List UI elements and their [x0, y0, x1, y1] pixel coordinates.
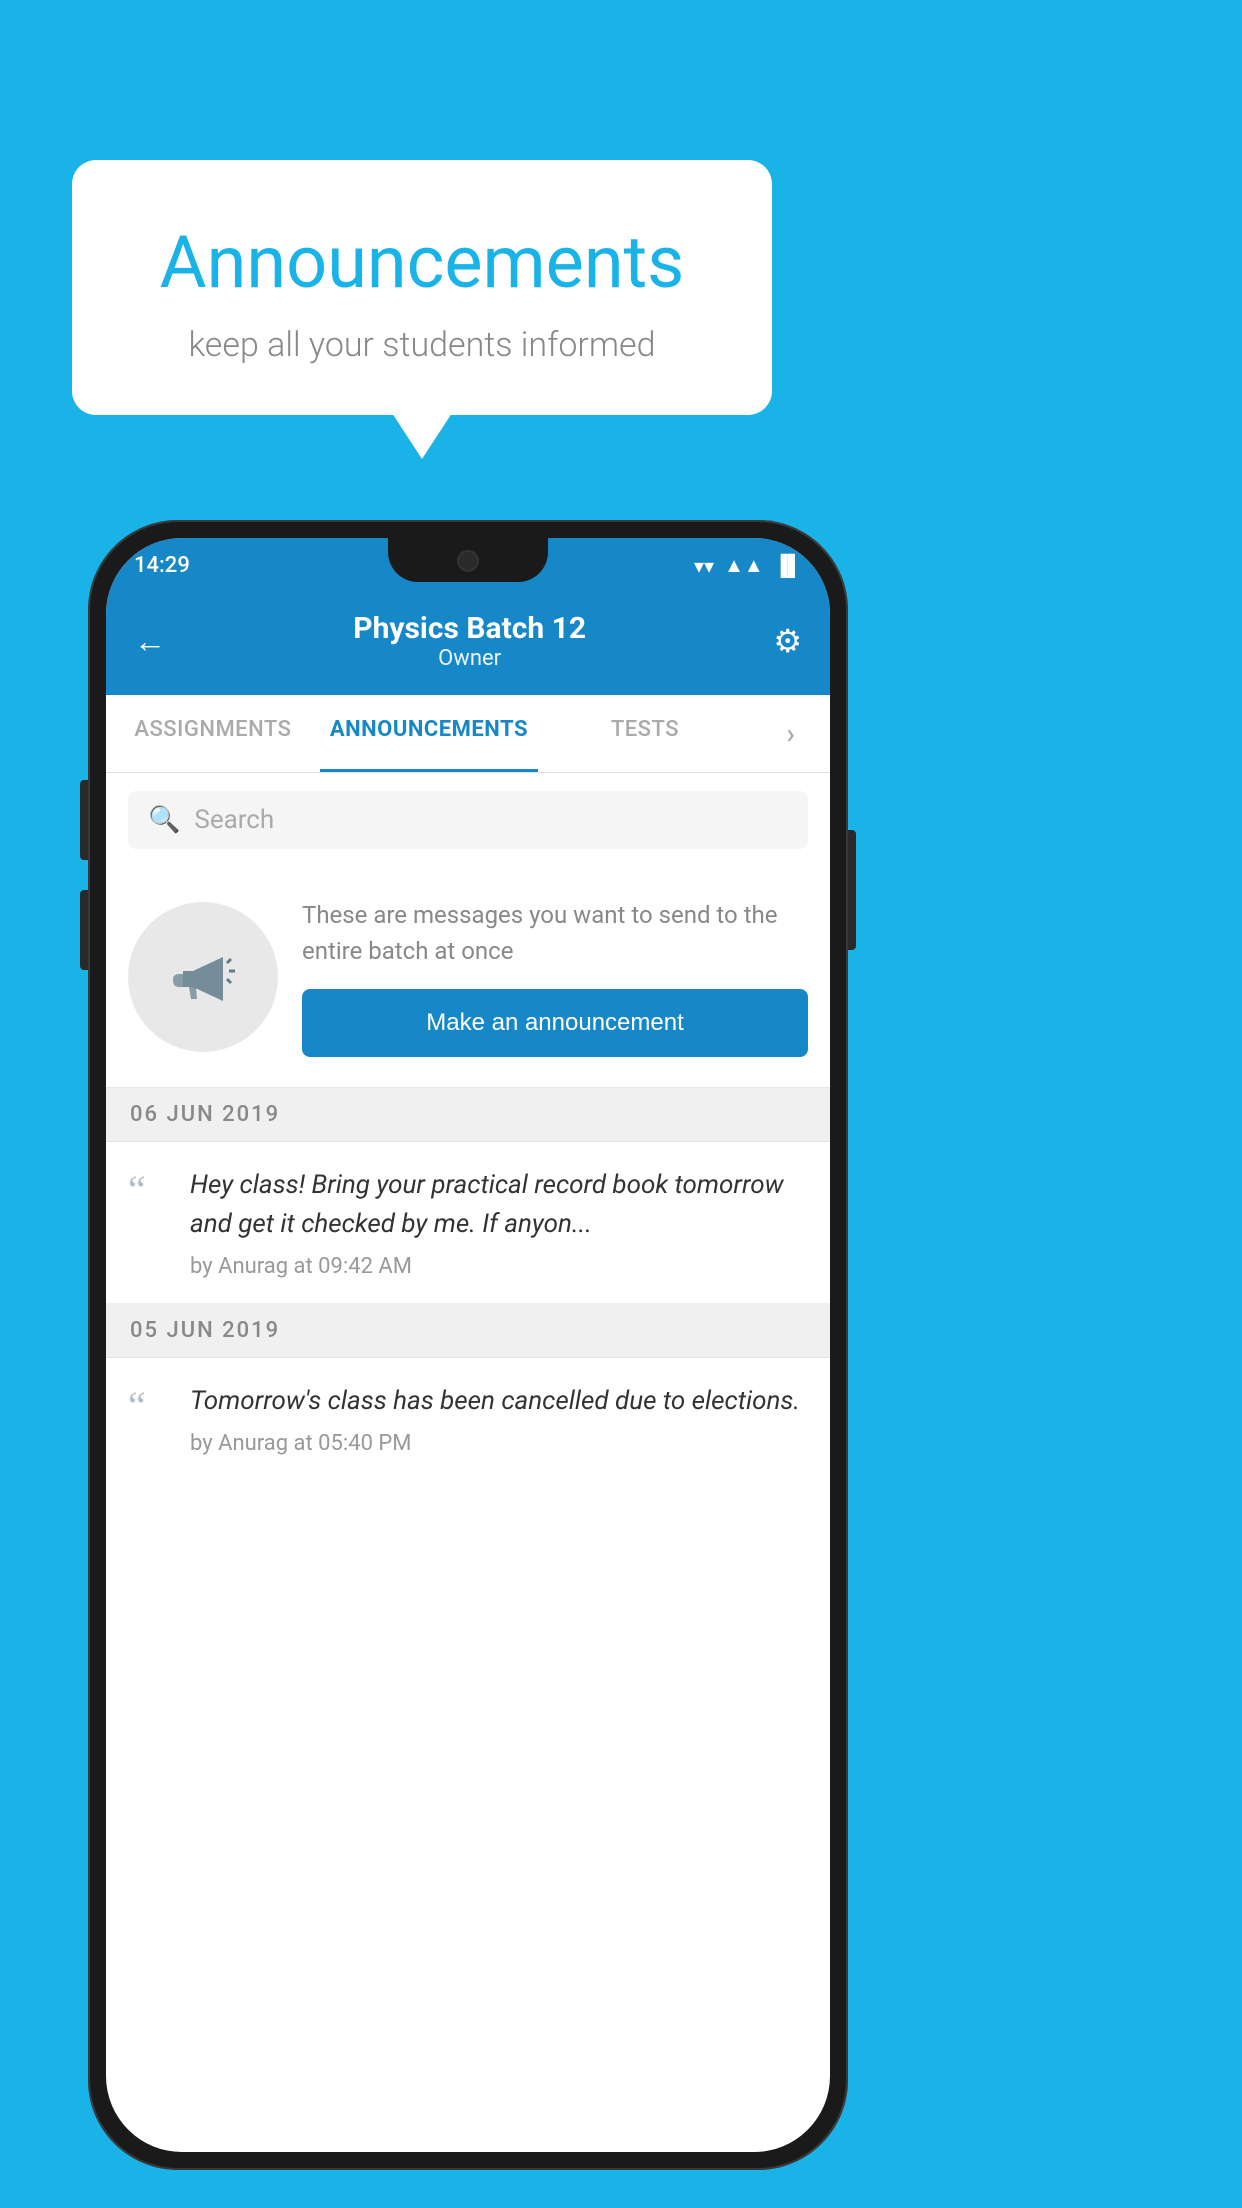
- search-icon: 🔍: [148, 805, 180, 835]
- header-center: Physics Batch 12 Owner: [353, 611, 586, 671]
- search-placeholder: Search: [194, 805, 274, 835]
- tabs-bar: ASSIGNMENTS ANNOUNCEMENTS TESTS ›: [106, 695, 830, 773]
- quote-icon-2: “: [128, 1386, 168, 1426]
- phone-outer: 14:29 ▾▾ ▲▲ ▐▌ ← Physics Batch 12 Owner …: [88, 520, 848, 2170]
- announcement-item-2[interactable]: “ Tomorrow's class has been cancelled du…: [106, 1358, 830, 1480]
- announcement-item-1[interactable]: “ Hey class! Bring your practical record…: [106, 1142, 830, 1304]
- announcement-meta-2: by Anurag at 05:40 PM: [190, 1431, 808, 1456]
- make-announcement-button[interactable]: Make an announcement: [302, 989, 808, 1057]
- phone-screen: 14:29 ▾▾ ▲▲ ▐▌ ← Physics Batch 12 Owner …: [106, 538, 830, 2152]
- header-subtitle: Owner: [353, 646, 586, 671]
- status-icons: ▾▾ ▲▲ ▐▌: [694, 553, 802, 578]
- announcement-text-1: Hey class! Bring your practical record b…: [190, 1166, 808, 1244]
- signal-icon: ▲▲: [724, 553, 764, 578]
- bubble-title: Announcements: [122, 220, 722, 305]
- search-bar[interactable]: 🔍 Search: [128, 791, 808, 849]
- promo-right: These are messages you want to send to t…: [302, 897, 808, 1057]
- speech-bubble: Announcements keep all your students inf…: [72, 160, 772, 415]
- announcement-text-2: Tomorrow's class has been cancelled due …: [190, 1382, 808, 1421]
- phone-mockup: 14:29 ▾▾ ▲▲ ▐▌ ← Physics Batch 12 Owner …: [88, 520, 848, 2170]
- app-header: ← Physics Batch 12 Owner ⚙: [106, 593, 830, 695]
- back-button[interactable]: ←: [134, 622, 166, 660]
- announcement-promo: These are messages you want to send to t…: [106, 867, 830, 1088]
- announcement-content-2: Tomorrow's class has been cancelled due …: [190, 1382, 808, 1456]
- announcement-meta-1: by Anurag at 09:42 AM: [190, 1254, 808, 1279]
- phone-camera: [457, 550, 479, 572]
- settings-icon[interactable]: ⚙: [773, 622, 802, 660]
- phone-volume-down-button: [80, 890, 88, 970]
- date-separator-1: 06 JUN 2019: [106, 1088, 830, 1142]
- phone-notch: [388, 538, 548, 582]
- tab-more[interactable]: ›: [752, 695, 830, 772]
- promo-description: These are messages you want to send to t…: [302, 897, 808, 969]
- promo-icon-circle: [128, 902, 278, 1052]
- wifi-icon: ▾▾: [694, 554, 714, 578]
- search-container: 🔍 Search: [106, 773, 830, 867]
- tab-assignments[interactable]: ASSIGNMENTS: [106, 695, 320, 772]
- speech-bubble-wrapper: Announcements keep all your students inf…: [72, 160, 772, 415]
- tab-tests[interactable]: TESTS: [538, 695, 752, 772]
- quote-icon-1: “: [128, 1170, 168, 1210]
- bubble-subtitle: keep all your students informed: [122, 325, 722, 365]
- date-separator-2: 05 JUN 2019: [106, 1304, 830, 1358]
- tab-announcements[interactable]: ANNOUNCEMENTS: [320, 695, 538, 772]
- megaphone-icon: [163, 937, 243, 1017]
- status-time: 14:29: [134, 553, 190, 578]
- phone-volume-up-button: [80, 780, 88, 860]
- header-title: Physics Batch 12: [353, 611, 586, 646]
- announcement-content-1: Hey class! Bring your practical record b…: [190, 1166, 808, 1279]
- battery-icon: ▐▌: [774, 553, 802, 578]
- phone-power-button: [848, 830, 856, 950]
